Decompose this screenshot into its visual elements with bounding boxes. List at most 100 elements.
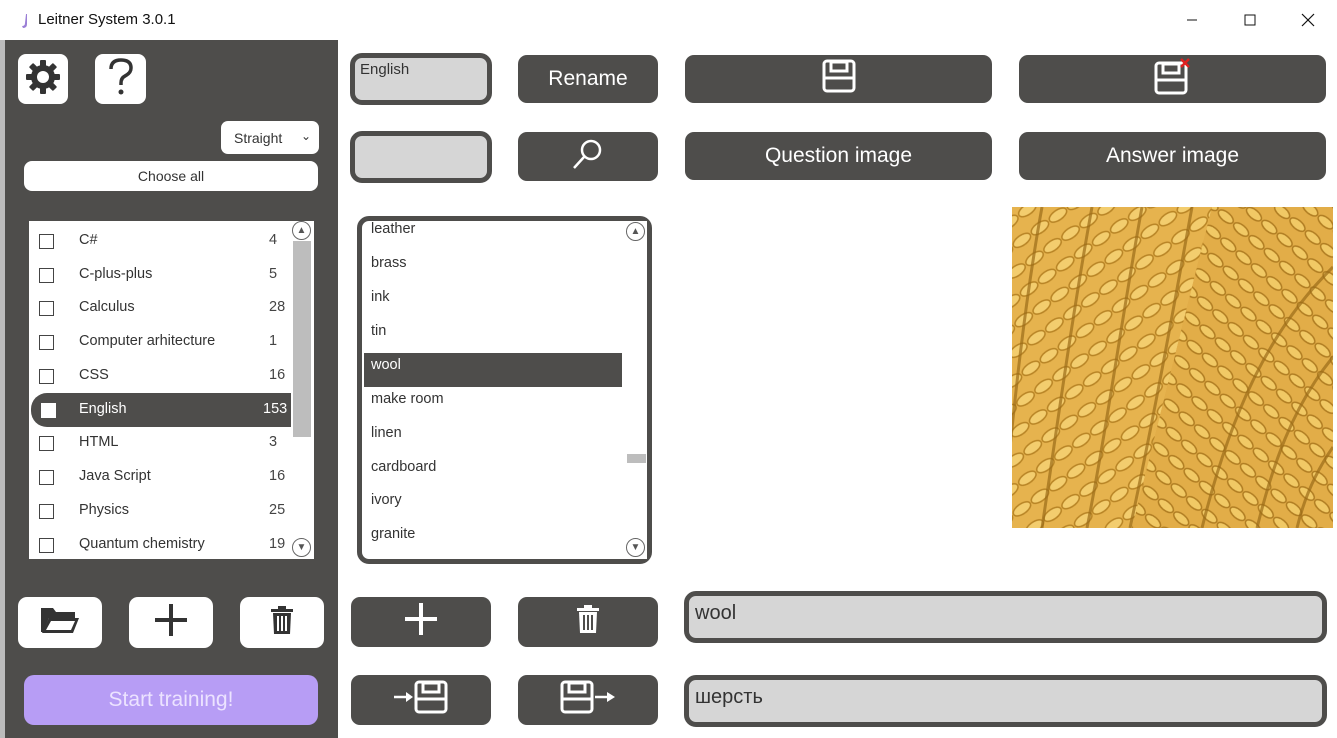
- card-label: ivory: [371, 492, 402, 508]
- card-label: make room: [371, 391, 444, 407]
- deck-row[interactable]: C# 4: [29, 224, 291, 258]
- card-scrollbar-thumb[interactable]: [627, 454, 646, 463]
- deck-name: Computer arhitecture: [79, 333, 216, 349]
- answer-field[interactable]: шерсть: [684, 675, 1327, 727]
- deck-count: 25: [269, 502, 286, 518]
- add-card-button[interactable]: [351, 597, 491, 647]
- mode-select-value: Straight: [234, 129, 283, 146]
- deck-row[interactable]: Quantum chemistry 19: [29, 528, 291, 559]
- deck-row[interactable]: Java Script 16: [29, 460, 291, 494]
- deck-name: Calculus: [79, 299, 135, 315]
- gear-icon: [24, 58, 62, 101]
- deck-scrollbar-thumb[interactable]: [293, 241, 311, 437]
- open-folder-icon: [39, 604, 81, 641]
- deck-count: 16: [269, 468, 286, 484]
- question-image-button[interactable]: Question image: [685, 132, 992, 180]
- open-deck-button[interactable]: [18, 597, 102, 648]
- card-list-item[interactable]: make room: [364, 387, 622, 421]
- answer-image-button[interactable]: Answer image: [1019, 132, 1326, 180]
- deck-count: 153: [263, 401, 288, 417]
- deck-name: C-plus-plus: [79, 266, 153, 282]
- card-list-item[interactable]: ink: [364, 285, 622, 319]
- card-list-item[interactable]: linen: [364, 421, 622, 455]
- choose-all-button[interactable]: Choose all: [24, 161, 318, 191]
- card-list-item[interactable]: ivory: [364, 488, 622, 522]
- deck-checkbox[interactable]: [39, 335, 54, 350]
- help-button[interactable]: [95, 54, 146, 104]
- deck-checkbox[interactable]: [39, 436, 54, 451]
- card-list[interactable]: leather brass ink tin wool make room lin…: [357, 216, 652, 564]
- deck-checkbox[interactable]: [39, 369, 54, 384]
- scroll-up-arrow-icon[interactable]: ▲: [626, 222, 645, 241]
- question-field[interactable]: wool: [684, 591, 1327, 643]
- rename-button[interactable]: Rename: [518, 55, 658, 103]
- export-floppy-icon: [559, 679, 617, 721]
- deck-count: 3: [269, 434, 278, 450]
- search-icon: [571, 137, 605, 177]
- delete-card-button[interactable]: [518, 597, 658, 647]
- search-field[interactable]: [350, 131, 492, 183]
- deck-name: English: [79, 401, 127, 417]
- deck-checkbox[interactable]: [39, 301, 54, 316]
- save-card-button[interactable]: [685, 55, 992, 103]
- deck-name-field[interactable]: English: [350, 53, 492, 105]
- deck-checkbox[interactable]: [39, 470, 54, 485]
- app-icon: [18, 12, 32, 30]
- deck-list[interactable]: C# 4 C-plus-plus 5 Calculus 28 Computer …: [29, 221, 314, 559]
- start-training-button[interactable]: Start training!: [24, 675, 318, 725]
- plus-icon: [404, 602, 438, 642]
- card-list-item[interactable]: leather: [364, 221, 622, 251]
- card-list-scrollbar[interactable]: [624, 221, 647, 559]
- deck-row[interactable]: Calculus 28: [29, 291, 291, 325]
- card-list-item[interactable]: brass: [364, 251, 622, 285]
- deck-row[interactable]: CSS 16: [29, 359, 291, 393]
- deck-name: Physics: [79, 502, 129, 518]
- plus-icon: [154, 603, 188, 642]
- deck-checkbox[interactable]: [41, 403, 56, 418]
- import-button[interactable]: [351, 675, 491, 725]
- deck-checkbox[interactable]: [39, 538, 54, 553]
- deck-count: 5: [269, 266, 278, 282]
- trash-icon: [576, 604, 600, 640]
- card-list-item[interactable]: tin: [364, 319, 622, 353]
- deck-checkbox[interactable]: [39, 268, 54, 283]
- import-floppy-icon: [392, 679, 450, 721]
- deck-row[interactable]: Computer arhitecture 1: [29, 325, 291, 359]
- deck-row[interactable]: HTML 3: [29, 426, 291, 460]
- card-list-item[interactable]: cardboard: [364, 455, 622, 489]
- minimize-button[interactable]: [1163, 0, 1221, 40]
- card-label: ink: [371, 289, 390, 305]
- deck-name: HTML: [79, 434, 119, 450]
- export-button[interactable]: [518, 675, 658, 725]
- settings-button[interactable]: [18, 54, 68, 104]
- delete-deck-button[interactable]: [240, 597, 324, 648]
- deck-row[interactable]: Physics 25: [29, 494, 291, 528]
- card-label: cardboard: [371, 459, 437, 475]
- card-label: leather: [371, 221, 416, 237]
- card-label: brass: [371, 255, 407, 271]
- deck-count: 16: [269, 367, 286, 383]
- mode-select[interactable]: Straight ⌄: [221, 121, 319, 154]
- close-button[interactable]: [1279, 0, 1337, 40]
- answer-image: [1012, 207, 1333, 528]
- deck-checkbox[interactable]: [39, 234, 54, 249]
- discard-changes-button[interactable]: [1019, 55, 1326, 103]
- question-mark-icon: [106, 57, 136, 102]
- deck-checkbox[interactable]: [39, 504, 54, 519]
- maximize-button[interactable]: [1221, 0, 1279, 40]
- card-label: tin: [371, 323, 387, 339]
- scroll-down-arrow-icon[interactable]: ▼: [292, 538, 311, 557]
- deck-count: 4: [269, 232, 278, 248]
- floppy-disk-cancel-icon: [1153, 57, 1193, 101]
- deck-count: 19: [269, 536, 286, 552]
- search-button[interactable]: [518, 132, 658, 181]
- card-list-item-selected[interactable]: wool: [364, 353, 622, 387]
- deck-row-selected[interactable]: English 153: [31, 393, 291, 427]
- floppy-disk-icon: [822, 59, 856, 99]
- scroll-down-arrow-icon[interactable]: ▼: [626, 538, 645, 557]
- card-list-item[interactable]: granite: [364, 522, 622, 556]
- deck-row[interactable]: C-plus-plus 5: [29, 258, 291, 292]
- add-deck-button[interactable]: [129, 597, 213, 648]
- window-title: Leitner System 3.0.1: [38, 11, 176, 28]
- scroll-up-arrow-icon[interactable]: ▲: [292, 221, 311, 240]
